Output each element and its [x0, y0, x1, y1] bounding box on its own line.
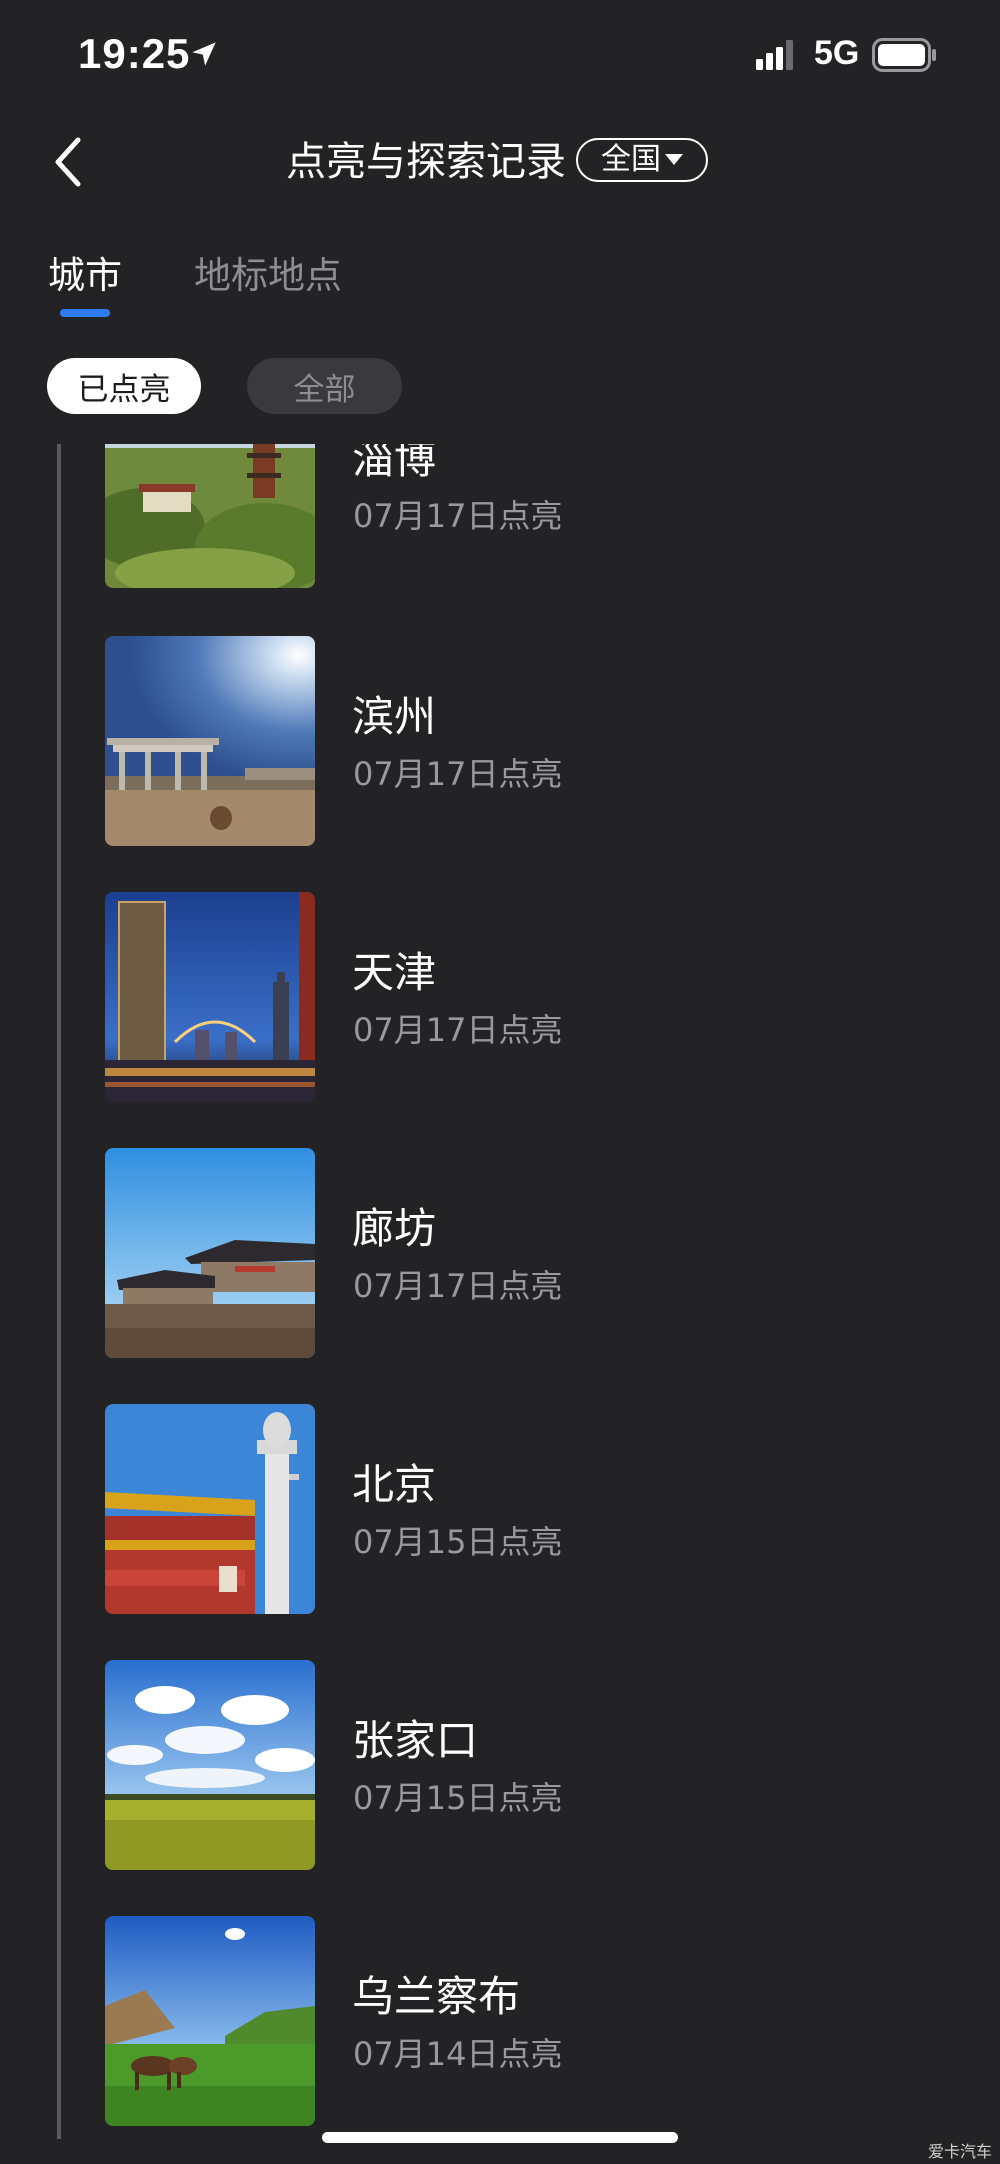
lit-date: 07月17日点亮 — [353, 1011, 563, 1049]
tab-landmarks[interactable]: 地标地点 — [194, 250, 342, 302]
back-button[interactable] — [44, 132, 94, 192]
city-photo — [105, 1404, 315, 1614]
network-type: 5G — [814, 34, 860, 72]
city-photo — [105, 1916, 315, 2126]
list-item[interactable]: 张家口 07月15日点亮 — [0, 1660, 1000, 1870]
filter-all-chip[interactable]: 全部 — [247, 358, 402, 414]
status-bar: 19:25 5G — [0, 0, 1000, 110]
list-item[interactable]: 廊坊 07月17日点亮 — [0, 1148, 1000, 1358]
watermark: 爱卡汽车 — [927, 2142, 992, 2161]
lit-date: 07月15日点亮 — [353, 1779, 563, 1817]
home-indicator[interactable] — [322, 2132, 678, 2143]
filter-lit-chip[interactable]: 已点亮 — [47, 358, 201, 414]
chevron-left-icon — [55, 137, 81, 187]
city-name: 张家口 — [352, 1716, 479, 1765]
list-item[interactable]: 天津 07月17日点亮 — [0, 892, 1000, 1102]
region-dropdown[interactable]: 全国 — [576, 138, 708, 182]
city-photo — [105, 892, 315, 1102]
city-list[interactable]: 淄博 07月17日点亮 滨州 07月17日点亮 天津 07月17日点亮 廊坊 0… — [0, 444, 1000, 2164]
list-item[interactable]: 乌兰察布 07月14日点亮 — [0, 1916, 1000, 2126]
lit-date: 07月15日点亮 — [353, 1523, 563, 1561]
signal-bars-icon — [756, 40, 793, 70]
page-title: 点亮与探索记录 — [286, 139, 566, 185]
lit-date: 07月17日点亮 — [353, 755, 563, 793]
list-item[interactable]: 滨州 07月17日点亮 — [0, 636, 1000, 846]
lit-date: 07月17日点亮 — [353, 1267, 563, 1305]
status-time: 19:25 — [78, 30, 191, 77]
list-item[interactable]: 淄博 07月17日点亮 — [0, 444, 1000, 588]
city-name: 北京 — [352, 1460, 437, 1509]
caret-down-icon — [665, 154, 683, 165]
city-name: 淄博 — [352, 444, 437, 483]
lit-date: 07月14日点亮 — [353, 2035, 563, 2073]
tab-city[interactable]: 城市 — [48, 250, 122, 302]
location-arrow-icon — [192, 42, 216, 66]
lit-date: 07月17日点亮 — [353, 497, 563, 535]
city-name: 廊坊 — [352, 1204, 437, 1253]
city-photo — [105, 1660, 315, 1870]
city-photo — [105, 444, 315, 588]
battery-icon — [872, 38, 936, 72]
active-tab-indicator — [60, 309, 110, 317]
city-name: 天津 — [352, 948, 437, 997]
region-dropdown-label: 全国 — [601, 142, 661, 177]
city-photo — [105, 1148, 315, 1358]
city-name: 乌兰察布 — [352, 1972, 521, 2021]
city-photo — [105, 636, 315, 846]
list-item[interactable]: 北京 07月15日点亮 — [0, 1404, 1000, 1614]
city-name: 滨州 — [352, 692, 437, 741]
